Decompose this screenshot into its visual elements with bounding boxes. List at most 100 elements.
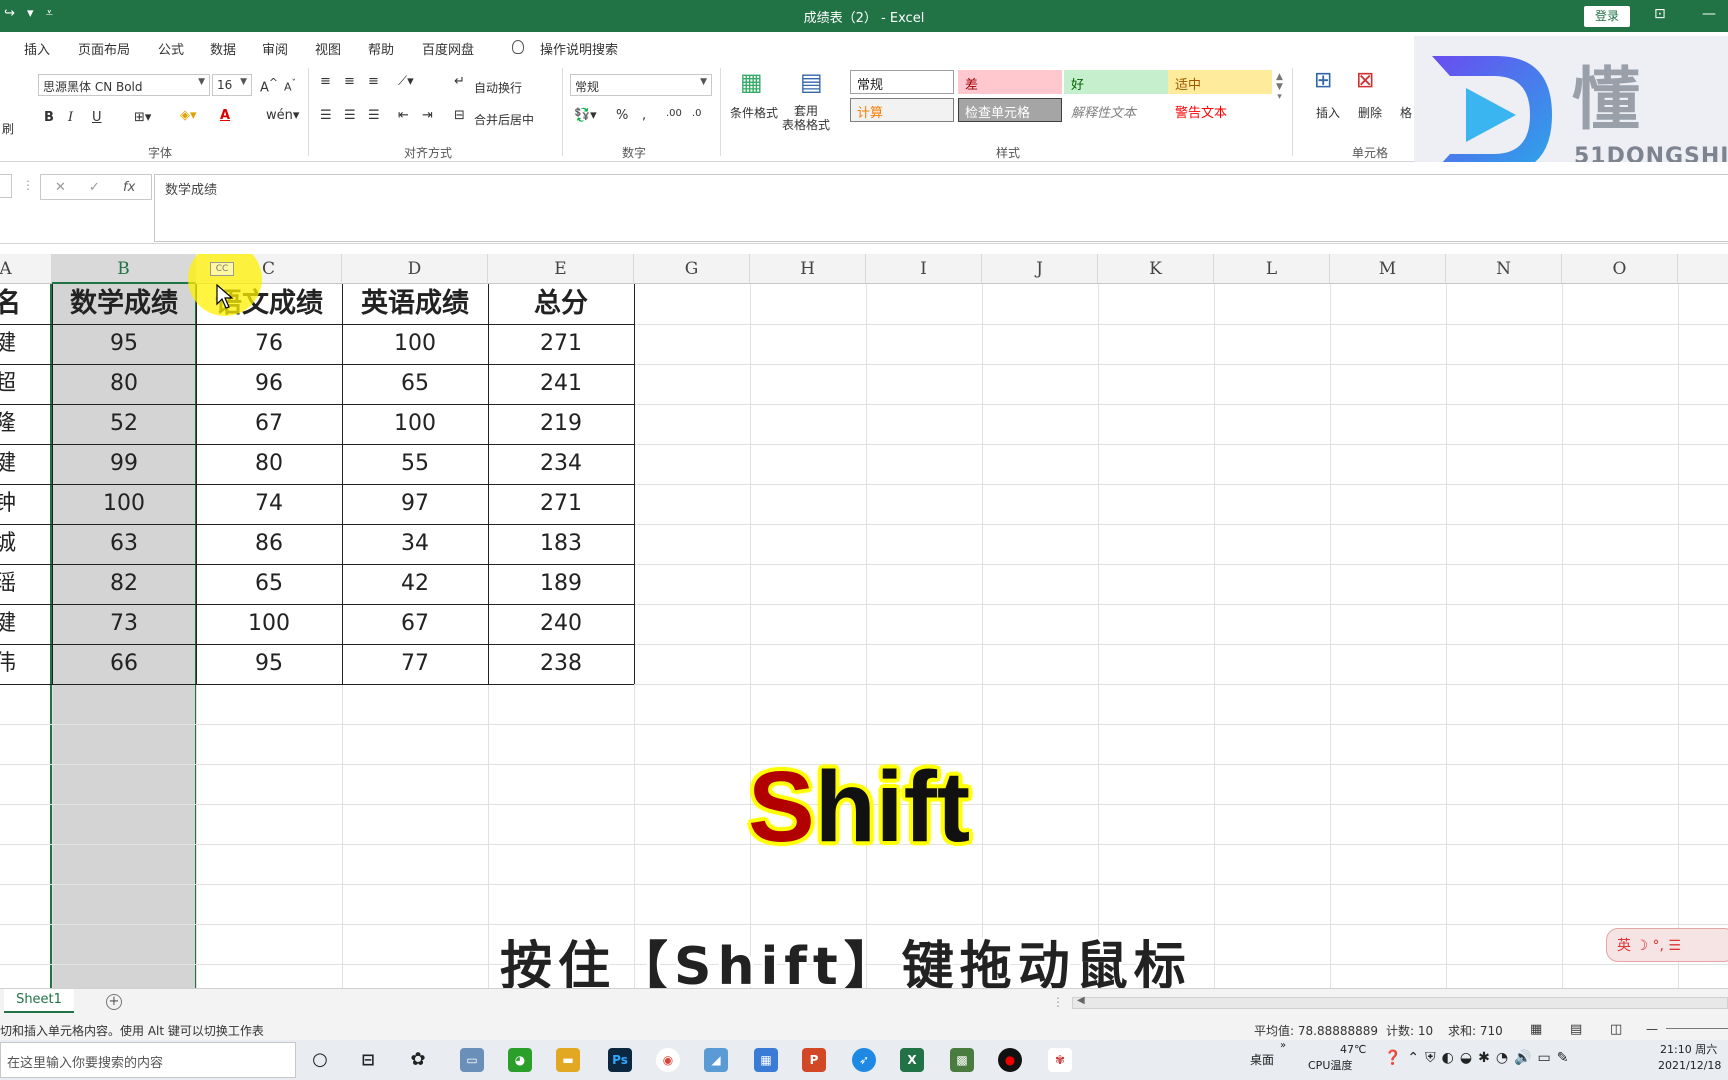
decrease-font-icon[interactable]: Aˇ [284,78,296,94]
column-header-o[interactable]: O [1562,254,1678,284]
wechat-icon[interactable]: ◕ [508,1048,532,1072]
table-cell[interactable]: 95 [52,324,196,364]
table-format-icon[interactable]: ▤ [800,68,823,96]
app-swirl-icon[interactable]: ✿ [406,1048,430,1072]
table-cell[interactable]: 189 [488,564,634,604]
table-header-cell[interactable]: 英语成绩 [342,284,488,324]
comma-icon[interactable]: , [642,108,646,123]
splitter-handle-icon[interactable]: ⋮ [1052,995,1064,1009]
table-cell[interactable]: 77 [342,644,488,684]
tab-review[interactable]: 审阅 [262,39,288,58]
delete-cells-button[interactable]: 删除 [1358,104,1382,121]
column-header-g[interactable]: G [634,254,750,284]
page-break-view-icon[interactable]: ◫ [1610,1022,1622,1037]
desktop-label[interactable]: 桌面 [1250,1052,1274,1068]
zoom-out-icon[interactable]: — [1646,1022,1658,1036]
cell-style-option[interactable]: 差 [958,70,1062,94]
phonetic-icon[interactable]: wén▾ [266,108,299,123]
table-cell[interactable]: 100 [196,604,342,644]
table-cell[interactable]: 67 [196,404,342,444]
column-header-j[interactable]: J [982,254,1098,284]
increase-decimal-icon[interactable]: .00 [666,108,682,119]
cortana-icon[interactable]: ○ [308,1048,332,1072]
insert-function-icon[interactable]: fx [123,180,135,195]
align-bottom-icon[interactable]: ≡ [368,74,379,89]
tab-insert[interactable]: 插入 [24,39,50,58]
table-cell[interactable]: 65 [342,364,488,404]
table-cell[interactable]: 65 [196,564,342,604]
merge-center-button[interactable]: 合并后居中 [474,111,534,128]
cell-style-option[interactable]: 警告文本 [1168,98,1272,122]
column-header-b[interactable]: B [52,254,196,284]
delete-cells-icon[interactable]: ⊠ [1356,68,1374,93]
tell-me-search[interactable]: 操作说明搜索 [540,39,618,58]
clock-time[interactable]: 21:10 周六 [1660,1042,1717,1058]
table-cell[interactable]: 80 [52,364,196,404]
conditional-format-icon[interactable]: ▦ [740,68,763,96]
number-format-select[interactable]: 常规 ▼ [570,74,712,96]
table-cell[interactable]: 96 [196,364,342,404]
overflow-chevron-icon[interactable]: » [1280,1038,1286,1054]
column-header-h[interactable]: H [750,254,866,284]
percent-icon[interactable]: % [616,108,628,123]
clock-date[interactable]: 2021/12/18 [1658,1058,1721,1074]
table-cell[interactable]: 241 [488,364,634,404]
table-cell[interactable]: 238 [488,644,634,684]
file-explorer-icon[interactable]: ▬ [556,1048,580,1072]
taskbar-search-input[interactable]: 在这里输入你要搜索的内容 [0,1042,296,1078]
sheet-tab[interactable]: Sheet1 [4,989,74,1013]
excel-icon[interactable]: X [900,1048,924,1072]
table-cell[interactable]: 234 [488,444,634,484]
table-header-cell[interactable]: 名 [0,284,50,324]
format-cells-button[interactable]: 格 [1400,104,1412,121]
table-cell[interactable]: 健 [0,444,50,484]
column-header-e[interactable]: E [488,254,634,284]
tab-baidu-netdisk[interactable]: 百度网盘 [422,39,474,58]
column-header-p[interactable]: P [1678,254,1728,284]
normal-view-icon[interactable]: ▦ [1530,1022,1542,1037]
column-header-l[interactable]: L [1214,254,1330,284]
feather-app-icon[interactable]: ➶ [852,1048,876,1072]
system-tray-icons[interactable]: ❓⌃⛨◐◒✱◔🔊▭✎ [1384,1050,1574,1066]
table-cell[interactable]: 67 [342,604,488,644]
column-header-a[interactable]: A [0,254,52,284]
table-cell[interactable]: 钟 [0,484,50,524]
table-cell[interactable]: 隆 [0,404,50,444]
font-color-icon[interactable]: A [220,108,230,123]
decrease-indent-icon[interactable]: ⇤ [398,108,409,123]
table-cell[interactable]: 73 [52,604,196,644]
notes-app-icon[interactable]: ◢ [704,1048,728,1072]
table-cell[interactable]: 183 [488,524,634,564]
powerpoint-icon[interactable]: P [802,1048,826,1072]
tab-page-layout[interactable]: 页面布局 [78,39,130,58]
table-header-cell[interactable]: 数学成绩 [52,284,196,324]
flower-app-icon[interactable]: ✾ [1048,1048,1072,1072]
bold-button[interactable]: B [44,110,54,125]
italic-button[interactable]: I [68,110,73,125]
fill-color-icon[interactable]: ◈▾ [180,108,197,123]
orientation-icon[interactable]: ⟋▾ [398,74,414,89]
minimize-icon[interactable]: — [1702,6,1716,22]
tab-help[interactable]: 帮助 [368,39,394,58]
border-icon[interactable]: ⊞▾ [134,110,151,125]
zoom-slider[interactable] [1666,1028,1728,1029]
table-cell[interactable]: 86 [196,524,342,564]
decrease-decimal-icon[interactable]: .0 [692,108,702,119]
cell-style-option[interactable]: 检查单元格 [958,98,1062,122]
table-header-cell[interactable]: 总分 [488,284,634,324]
align-right-icon[interactable]: ☰ [368,108,380,123]
insert-cells-button[interactable]: 插入 [1316,104,1340,121]
insert-cells-icon[interactable]: ⊞ [1314,68,1332,93]
gallery-scroll-icon[interactable]: ▲ ▼ ▾ [1276,72,1283,102]
page-layout-view-icon[interactable]: ▤ [1570,1022,1582,1037]
horizontal-scrollbar[interactable]: ◀ [1072,995,1728,1009]
align-left-icon[interactable]: ☰ [320,108,332,123]
tab-data[interactable]: 数据 [210,39,236,58]
record-icon[interactable]: ● [998,1048,1022,1072]
ime-toolbar[interactable]: 英 ☽ °, ☰ [1606,928,1728,962]
table-cell[interactable]: 瑶 [0,564,50,604]
wrap-text-button[interactable]: 自动换行 [474,79,522,96]
wrap-text-icon[interactable]: ↵ [454,74,465,89]
name-box[interactable] [0,174,12,198]
tab-view[interactable]: 视图 [315,39,341,58]
